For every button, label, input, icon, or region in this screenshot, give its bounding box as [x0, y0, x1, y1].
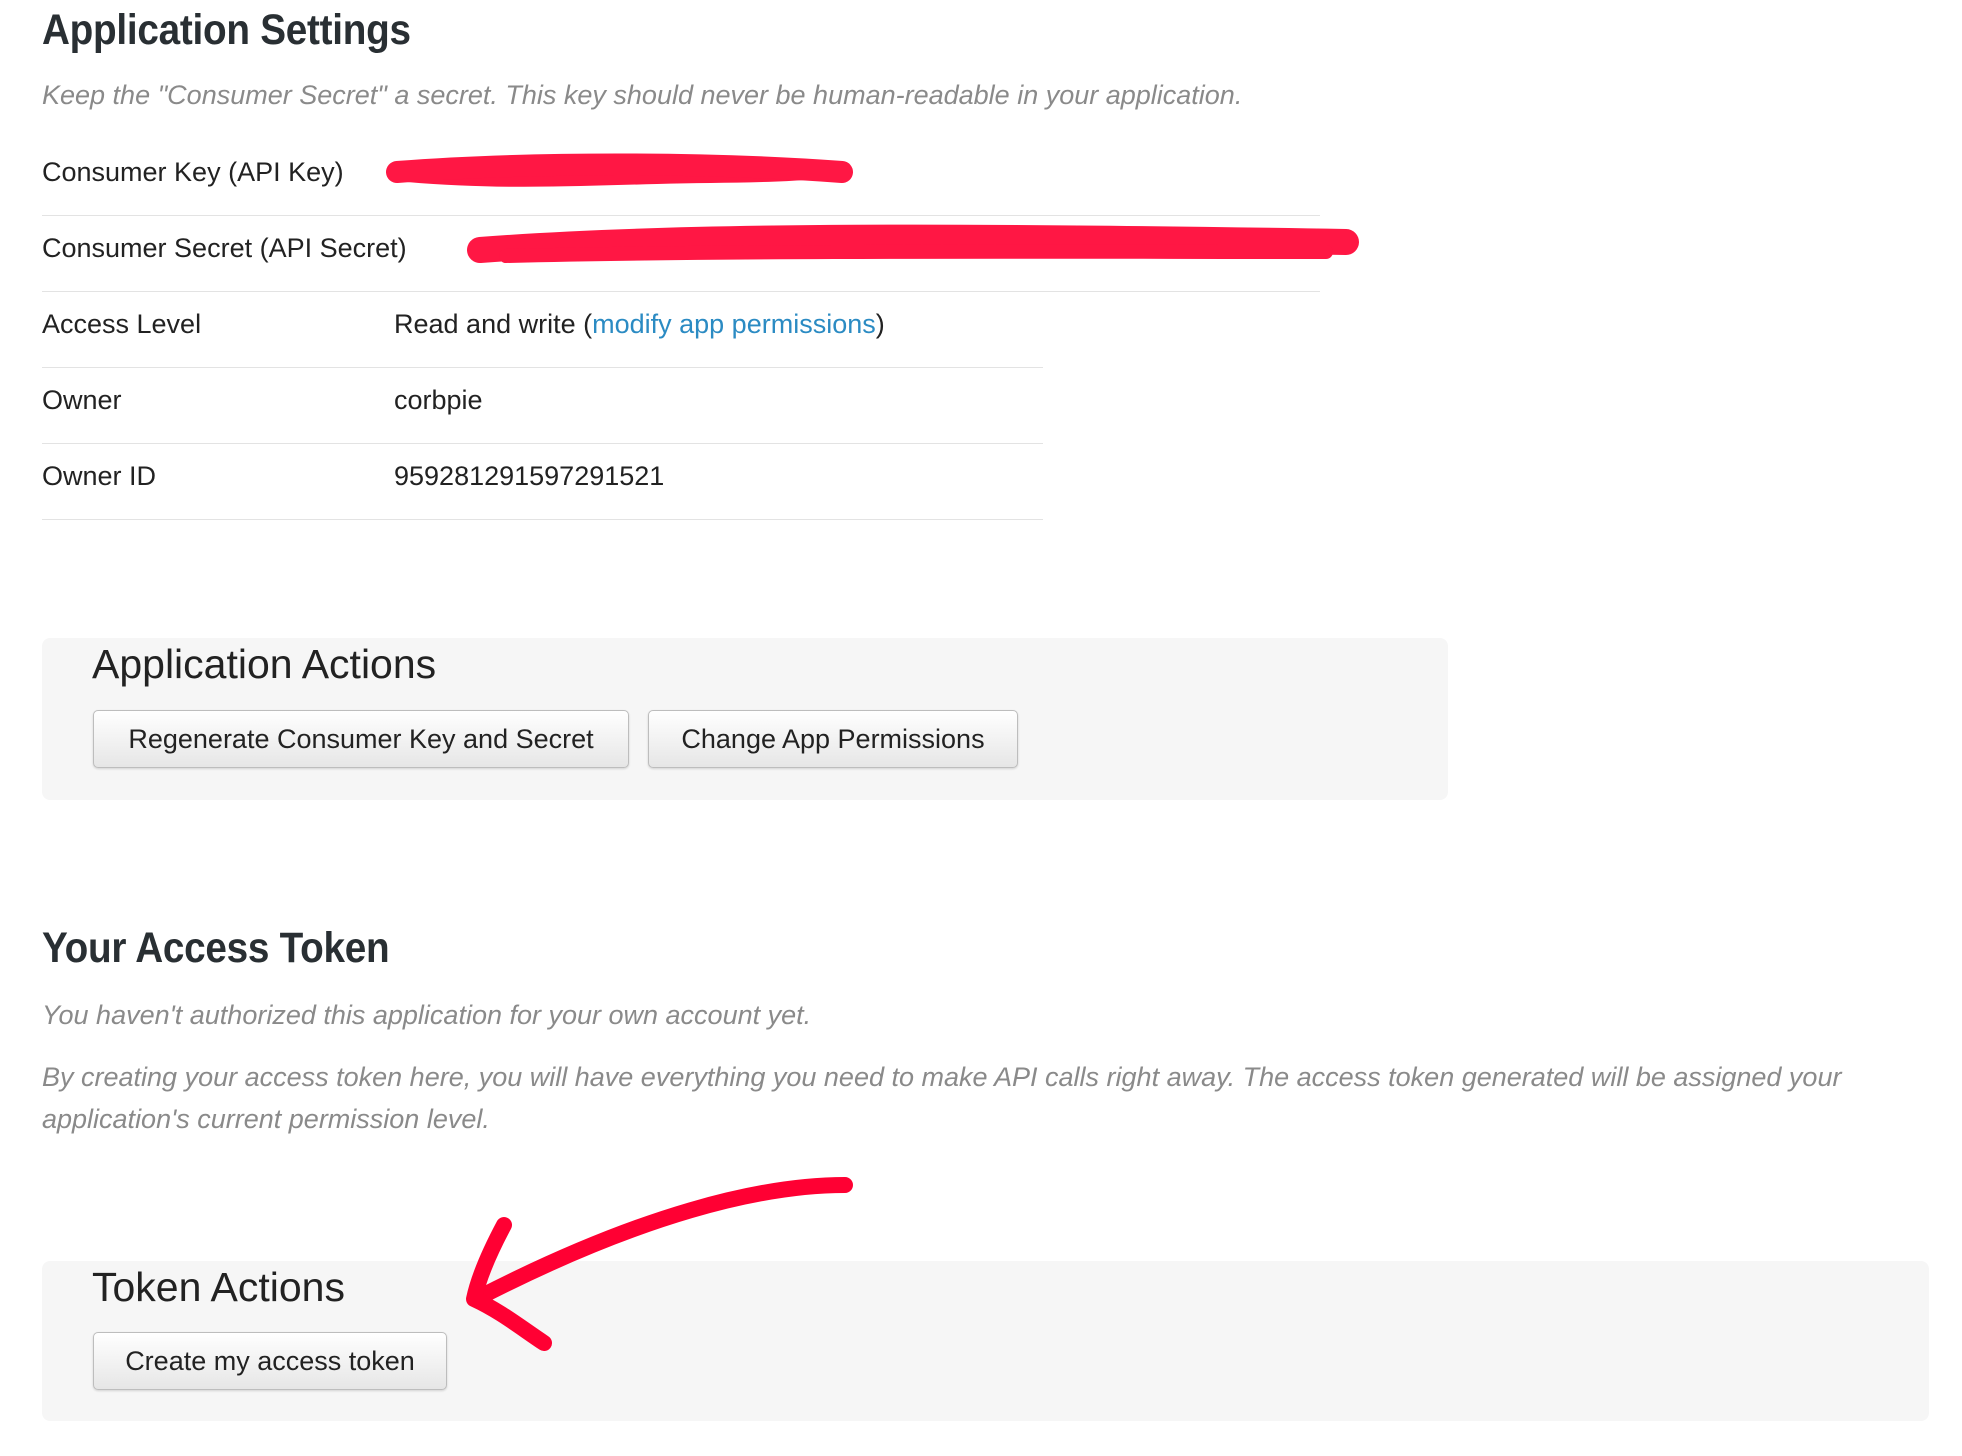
token-actions-panel: Token Actions Create my access token [42, 1261, 1929, 1421]
consumer-key-label: Consumer Key (API Key) [42, 157, 344, 187]
change-app-permissions-button[interactable]: Change App Permissions [648, 710, 1018, 768]
owner-label: Owner [42, 385, 122, 415]
access-level-label: Access Level [42, 309, 202, 339]
row-consumer-key: Consumer Key (API Key) [42, 140, 1320, 216]
consumer-secret-label: Consumer Secret (API Secret) [42, 233, 407, 263]
app-settings-title: Application Settings [42, 6, 411, 54]
owner-value: corbpie [394, 385, 483, 415]
app-actions-panel: Application Actions Regenerate Consumer … [42, 638, 1448, 800]
redaction-scribble [467, 224, 1359, 263]
modify-app-permissions-link[interactable]: modify app permissions [592, 309, 876, 339]
regenerate-key-button[interactable]: Regenerate Consumer Key and Secret [93, 710, 629, 768]
row-owner: Owner corbpie [42, 368, 1043, 444]
create-access-token-button[interactable]: Create my access token [93, 1332, 447, 1390]
access-token-title: Your Access Token [42, 924, 390, 972]
owner-id-value: 959281291597291521 [394, 461, 665, 491]
owner-id-label: Owner ID [42, 461, 157, 491]
redaction-scribble [386, 153, 853, 187]
token-actions-title: Token Actions [92, 1264, 345, 1310]
app-actions-title: Application Actions [92, 641, 437, 687]
access-level-text: Read and write ( [394, 309, 593, 339]
access-token-hint: You haven't authorized this application … [42, 1000, 812, 1030]
consumer-secret-hint: Keep the "Consumer Secret" a secret. Thi… [42, 80, 1243, 110]
access-token-description: By creating your access token here, you … [42, 1062, 1842, 1134]
access-level-close-paren: ) [875, 309, 885, 339]
row-owner-id: Owner ID 959281291597291521 [42, 444, 1043, 520]
row-consumer-secret: Consumer Secret (API Secret) [42, 216, 1359, 292]
page: Application Settings Keep the "Consumer … [0, 0, 1962, 1456]
row-access-level: Access Level Read and write (modify app … [42, 292, 1043, 368]
access-level-value: Read and write (modify app permissions) [394, 292, 885, 356]
